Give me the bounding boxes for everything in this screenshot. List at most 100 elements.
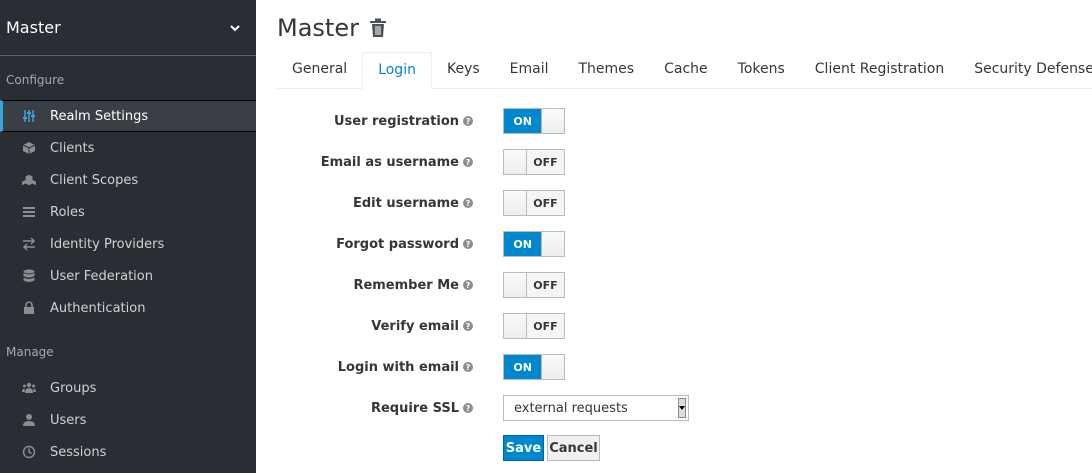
- require-ssl-select[interactable]: external requests: [503, 395, 689, 421]
- toggle-state: OFF: [527, 314, 564, 338]
- setting-remember-me: Remember Me? OFF: [277, 272, 1092, 298]
- toggle-state: ON: [504, 109, 542, 133]
- sidebar-item-groups[interactable]: Groups: [0, 372, 256, 404]
- setting-label: Remember Me: [353, 277, 459, 293]
- page-title: Master: [277, 14, 359, 42]
- tab-client-registration[interactable]: Client Registration: [800, 52, 959, 88]
- svg-text:?: ?: [466, 322, 471, 331]
- tab-themes[interactable]: Themes: [564, 52, 650, 88]
- setting-edit-username: Edit username? OFF: [277, 190, 1092, 216]
- database-icon: [22, 269, 36, 283]
- verify-email-toggle[interactable]: OFF: [503, 313, 565, 339]
- help-icon[interactable]: ?: [463, 362, 473, 372]
- tab-security-defenses[interactable]: Security Defenses: [959, 52, 1092, 88]
- sidebar-item-realm-settings[interactable]: Realm Settings: [0, 100, 256, 132]
- select-value: external requests: [514, 400, 628, 416]
- sidebar-item-user-federation[interactable]: User Federation: [0, 260, 256, 292]
- sidebar-item-label: Users: [50, 412, 87, 428]
- edit-username-toggle[interactable]: OFF: [503, 190, 565, 216]
- setting-label: Login with email: [337, 359, 459, 375]
- setting-label: Forgot password: [336, 236, 459, 252]
- toggle-state: OFF: [527, 191, 564, 215]
- help-icon[interactable]: ?: [463, 116, 473, 126]
- clock-icon: [22, 445, 36, 459]
- setting-require-ssl: Require SSL? external requests: [277, 395, 1092, 421]
- email-as-username-toggle[interactable]: OFF: [503, 149, 565, 175]
- caret-down-icon: [678, 398, 686, 418]
- tab-cache[interactable]: Cache: [649, 52, 723, 88]
- users-icon: [22, 381, 36, 395]
- sidebar-item-label: Sessions: [50, 444, 107, 460]
- realm-name: Master: [6, 18, 61, 37]
- setting-label: Edit username: [353, 195, 459, 211]
- sidebar-item-clients[interactable]: Clients: [0, 132, 256, 164]
- sidebar-item-label: Realm Settings: [50, 108, 149, 124]
- setting-label: User registration: [333, 113, 459, 129]
- sliders-icon: [22, 109, 36, 123]
- trash-icon[interactable]: [369, 18, 387, 38]
- setting-label: Email as username: [320, 154, 459, 170]
- setting-user-registration: User registration? ON: [277, 108, 1092, 134]
- tab-email[interactable]: Email: [495, 52, 564, 88]
- remember-me-toggle[interactable]: OFF: [503, 272, 565, 298]
- help-icon[interactable]: ?: [463, 157, 473, 167]
- tab-tokens[interactable]: Tokens: [723, 52, 800, 88]
- svg-text:?: ?: [466, 117, 471, 126]
- svg-text:?: ?: [466, 199, 471, 208]
- cubes-icon: [22, 173, 36, 187]
- sidebar-item-roles[interactable]: Roles: [0, 196, 256, 228]
- toggle-state: ON: [504, 355, 542, 379]
- main-content: Master General Login Keys Email Themes C…: [277, 0, 1092, 473]
- settings-tabs: General Login Keys Email Themes Cache To…: [277, 52, 1092, 89]
- sidebar-item-label: Authentication: [50, 300, 146, 316]
- configure-heading: Configure: [6, 73, 65, 87]
- setting-login-with-email: Login with email? ON: [277, 354, 1092, 380]
- sidebar-item-label: Roles: [50, 204, 85, 220]
- toggle-state: ON: [504, 232, 542, 256]
- svg-text:?: ?: [466, 363, 471, 372]
- lock-icon: [22, 301, 36, 315]
- help-icon[interactable]: ?: [463, 198, 473, 208]
- setting-label: Require SSL: [370, 400, 459, 416]
- toggle-state: OFF: [527, 273, 564, 297]
- sidebar-item-authentication[interactable]: Authentication: [0, 292, 256, 324]
- sidebar-item-sessions[interactable]: Sessions: [0, 436, 256, 468]
- user-registration-toggle[interactable]: ON: [503, 108, 565, 134]
- page-header: Master: [277, 14, 387, 42]
- forgot-password-toggle[interactable]: ON: [503, 231, 565, 257]
- help-icon[interactable]: ?: [463, 239, 473, 249]
- manage-heading: Manage: [6, 345, 54, 359]
- cube-icon: [22, 141, 36, 155]
- sidebar-item-identity-providers[interactable]: Identity Providers: [0, 228, 256, 260]
- sidebar: Master Configure Realm Settings Clients …: [0, 0, 256, 473]
- sidebar-item-label: Client Scopes: [50, 172, 139, 188]
- sidebar-item-label: Clients: [50, 140, 95, 156]
- svg-text:?: ?: [466, 158, 471, 167]
- sidebar-item-label: User Federation: [50, 268, 153, 284]
- svg-text:?: ?: [466, 404, 471, 413]
- tab-keys[interactable]: Keys: [432, 52, 495, 88]
- sidebar-item-client-scopes[interactable]: Client Scopes: [0, 164, 256, 196]
- setting-email-as-username: Email as username? OFF: [277, 149, 1092, 175]
- save-button[interactable]: Save: [503, 435, 544, 461]
- tab-login[interactable]: Login: [362, 52, 432, 89]
- cancel-button[interactable]: Cancel: [547, 435, 600, 461]
- help-icon[interactable]: ?: [463, 403, 473, 413]
- toggle-state: OFF: [527, 150, 564, 174]
- help-icon[interactable]: ?: [463, 280, 473, 290]
- realm-selector[interactable]: Master: [0, 0, 256, 56]
- user-icon: [22, 413, 36, 427]
- sidebar-item-label: Identity Providers: [50, 236, 165, 252]
- setting-verify-email: Verify email? OFF: [277, 313, 1092, 339]
- sidebar-item-label: Groups: [50, 380, 97, 396]
- login-with-email-toggle[interactable]: ON: [503, 354, 565, 380]
- help-icon[interactable]: ?: [463, 321, 473, 331]
- tab-general[interactable]: General: [277, 52, 362, 88]
- sidebar-item-users[interactable]: Users: [0, 404, 256, 436]
- exchange-icon: [22, 237, 36, 251]
- setting-forgot-password: Forgot password? ON: [277, 231, 1092, 257]
- svg-text:?: ?: [466, 240, 471, 249]
- setting-label: Verify email: [371, 318, 459, 334]
- svg-text:?: ?: [466, 281, 471, 290]
- list-icon: [22, 205, 36, 219]
